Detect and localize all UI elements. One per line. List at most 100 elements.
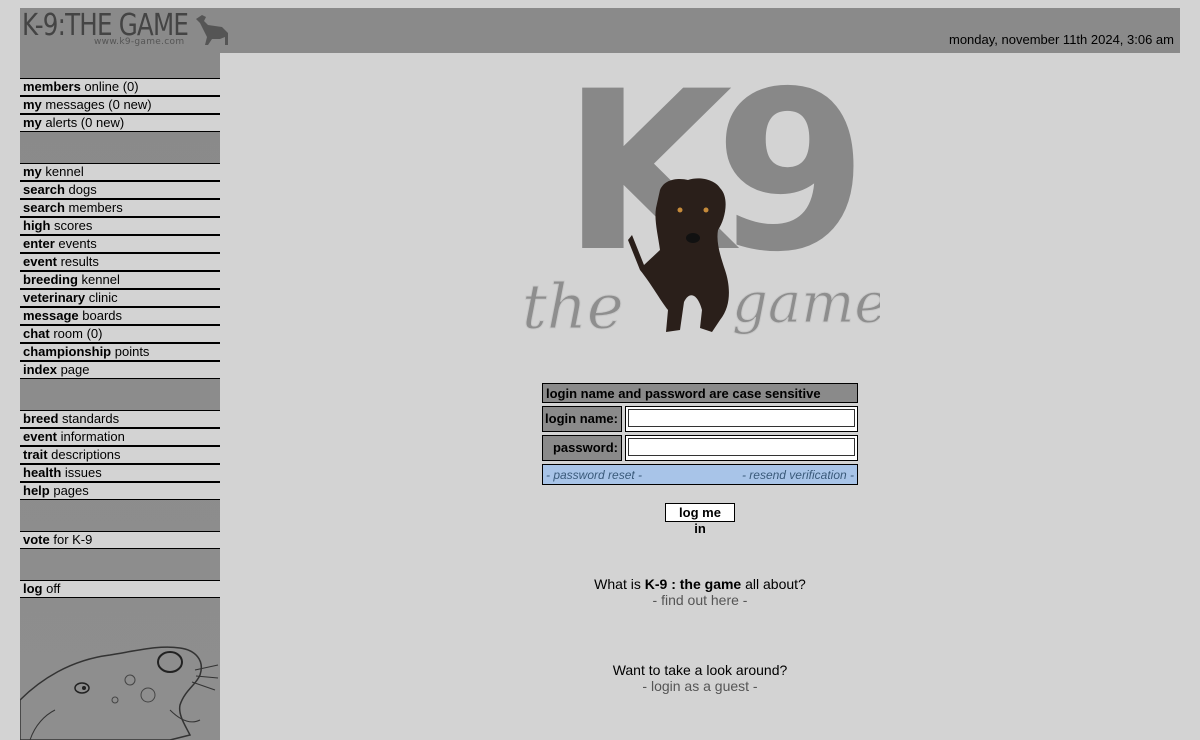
logo-url: www.k9-game.com [94,37,185,47]
sidebar-item-label: events [54,236,97,251]
sidebar-item-label: off [42,581,61,596]
sidebar-item-label: messages (0 new) [41,97,152,112]
sidebar-item-bold-label: high [23,218,51,233]
sidebar-item-event-information[interactable]: event information [20,428,220,446]
sidebar-item-bold-label: index [23,362,57,377]
sidebar-item-enter-events[interactable]: enter events [20,235,220,253]
login-notice: login name and password are case sensiti… [542,383,858,403]
sidebar-item-bold-label: my [23,164,42,179]
sidebar-item-label: descriptions [47,447,121,462]
sidebar-item-my-alerts-0-new[interactable]: my alerts (0 new) [20,114,220,132]
sidebar-item-label: clinic [85,290,118,305]
login-name-input[interactable] [628,409,855,427]
login-as-guest-link[interactable]: - login as a guest - [500,678,900,694]
sidebar-item-health-issues[interactable]: health issues [20,464,220,482]
sidebar-item-search-dogs[interactable]: search dogs [20,181,220,199]
current-datetime: monday, november 11th 2024, 3:06 am [949,32,1174,47]
sidebar-item-bold-label: search [23,182,65,197]
about-bold-title: K-9 : the game [644,576,742,592]
sidebar-item-bold-label: search [23,200,65,215]
login-name-label: login name: [542,406,622,432]
about-prefix: What is [594,576,645,592]
sidebar-item-help-pages[interactable]: help pages [20,482,220,500]
sidebar-item-bold-label: event [23,254,57,269]
greyhound-icon [196,15,228,45]
log-me-in-button[interactable]: log me in [665,503,735,536]
sidebar-item-bold-label: enter [23,236,55,251]
login-links-bar: - password reset - - resend verification… [542,464,858,485]
sidebar-item-label: alerts (0 new) [41,115,125,130]
sidebar-item-bold-label: help [23,483,50,498]
sidebar-item-label: room (0) [49,326,103,341]
sidebar-item-bold-label: members [23,79,81,94]
sidebar-item-bold-label: message [23,308,79,323]
about-suffix: all about? [741,576,806,592]
header-bar: K-9:THE GAME www.k9-game.com monday, nov… [20,8,1180,53]
sidebar-item-label: information [56,429,125,444]
guest-question: Want to take a look around? [612,662,788,678]
sidebar-item-index-page[interactable]: index page [20,361,220,379]
sidebar-item-high-scores[interactable]: high scores [20,217,220,235]
nav-group-account: members online (0) my messages (0 new) my … [20,78,220,132]
sidebar-item-search-members[interactable]: search members [20,199,220,217]
sidebar-item-bold-label: health [23,465,62,480]
guest-section: Want to take a look around? - login as a… [500,662,900,694]
sidebar-item-label: scores [50,218,93,233]
resend-verification-link[interactable]: - resend verification - [742,465,854,484]
about-question: What is K-9 : the game all about? [500,576,900,592]
sidebar-item-label: points [111,344,150,359]
sidebar-item-bold-label: chat [23,326,50,341]
password-label: password: [542,435,622,461]
sidebar-item-label: page [56,362,90,377]
logo-game-text: game [732,271,880,336]
sidebar-item-message-boards[interactable]: message boards [20,307,220,325]
password-reset-link[interactable]: - password reset - [546,465,642,484]
sidebar-item-label: online (0) [80,79,139,94]
logo-the-text: the [522,270,624,343]
sidebar-item-members-online-0[interactable]: members online (0) [20,78,220,96]
sidebar-item-label: results [56,254,99,269]
sidebar-item-label: dogs [64,182,97,197]
sidebar-item-label: kennel [41,164,84,179]
k9-the-game-logo: K9 the game [520,44,888,360]
sidebar-item-veterinary-clinic[interactable]: veterinary clinic [20,289,220,307]
sidebar-item-label: for K-9 [49,532,93,547]
password-input[interactable] [628,438,855,456]
sidebar-item-breed-standards[interactable]: breed standards [20,410,220,428]
sidebar-item-chat-room-0[interactable]: chat room (0) [20,325,220,343]
dog-sketch-icon [20,646,219,740]
sidebar-item-label: members [64,200,123,215]
sidebar-nav: members online (0) my messages (0 new) my … [20,53,220,740]
sidebar-item-championship-points[interactable]: championship points [20,343,220,361]
sidebar-item-bold-label: my [23,97,42,112]
sidebar-item-my-messages-0-new[interactable]: my messages (0 new) [20,96,220,114]
sidebar-item-breeding-kennel[interactable]: breeding kennel [20,271,220,289]
sidebar-item-bold-label: trait [23,447,48,462]
sidebar-item-bold-label: event [23,429,57,444]
sidebar-item-bold-label: veterinary [23,290,86,305]
sidebar-item-vote-for-k-9[interactable]: vote for K-9 [20,531,220,549]
nav-group-logoff: log off [20,580,220,598]
find-out-here-link[interactable]: - find out here - [500,592,900,608]
sidebar-item-label: issues [61,465,102,480]
login-form: login name and password are case sensiti… [542,383,858,485]
sidebar-item-bold-label: breed [23,411,59,426]
nav-group-game: my kennel search dogs search members high s… [20,163,220,379]
sidebar-item-label: pages [49,483,89,498]
nav-group-vote: vote for K-9 [20,531,220,549]
sidebar-item-bold-label: log [23,581,43,596]
sidebar-item-my-kennel[interactable]: my kennel [20,163,220,181]
sidebar-item-bold-label: breeding [23,272,78,287]
site-logo[interactable]: K-9:THE GAME www.k9-game.com [20,8,235,53]
sidebar-item-label: kennel [77,272,120,287]
nav-group-info: breed standards event information trait de… [20,410,220,500]
sidebar-item-log-off[interactable]: log off [20,580,220,598]
about-section: What is K-9 : the game all about? - find… [500,576,900,608]
sidebar-item-trait-descriptions[interactable]: trait descriptions [20,446,220,464]
sidebar-item-label: boards [78,308,123,323]
sidebar-item-event-results[interactable]: event results [20,253,220,271]
sidebar-item-bold-label: vote [23,532,50,547]
sidebar-item-bold-label: my [23,115,42,130]
sidebar-item-bold-label: championship [23,344,112,359]
sidebar-item-label: standards [58,411,120,426]
